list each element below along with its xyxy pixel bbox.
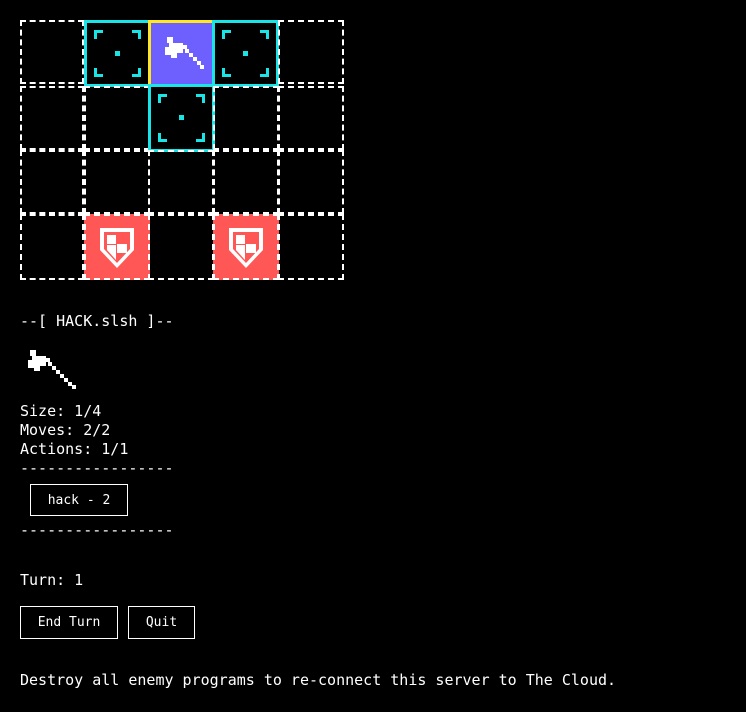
separator-bottom: -----------------: [20, 521, 174, 539]
program-stats: Size: 1/4 Moves: 2/2 Actions: 1/1: [20, 402, 128, 459]
separator-top: -----------------: [20, 459, 174, 477]
hack-action-button[interactable]: hack - 2: [30, 484, 128, 516]
grid-cell-r2c3[interactable]: [213, 150, 279, 214]
grid-cell-r0c0[interactable]: [20, 20, 84, 84]
grid-cell-r2c1[interactable]: [84, 150, 150, 214]
turn-counter: Turn: 1: [20, 571, 84, 589]
grid-cell-r3c4[interactable]: [278, 214, 344, 280]
program-info-icon: [26, 348, 82, 396]
grid-cell-r2c0[interactable]: [20, 150, 84, 214]
grid-cell-r3c2[interactable]: [148, 214, 214, 280]
move-target-cell[interactable]: [84, 20, 151, 87]
moves-stat: Moves: 2/2: [20, 421, 111, 439]
end-turn-button[interactable]: End Turn: [20, 606, 118, 639]
actions-stat: Actions: 1/1: [20, 440, 129, 458]
grid-cell-r3c0[interactable]: [20, 214, 84, 280]
move-dot-icon: [115, 51, 120, 56]
grid-cell-r1c1[interactable]: [84, 86, 150, 150]
grid-cell-r2c4[interactable]: [278, 150, 344, 214]
move-dot-icon: [243, 51, 248, 56]
shield-icon: [100, 228, 134, 268]
shield-icon: [229, 228, 263, 268]
axe-icon: [165, 37, 204, 69]
program-header: --[ HACK.slsh ]--: [20, 312, 174, 330]
size-stat: Size: 1/4: [20, 402, 102, 420]
selected-program-cell[interactable]: [148, 20, 215, 87]
enemy-program-cell[interactable]: [84, 214, 150, 280]
grid-cell-r0c4[interactable]: [278, 20, 344, 84]
move-dot-icon: [179, 115, 184, 120]
objective-message: Destroy all enemy programs to re-connect…: [20, 671, 617, 689]
grid-cell-r1c0[interactable]: [20, 86, 84, 150]
enemy-program-cell[interactable]: [213, 214, 279, 280]
move-target-cell[interactable]: [148, 84, 215, 152]
quit-button[interactable]: Quit: [128, 606, 195, 639]
grid-cell-r1c4[interactable]: [278, 86, 344, 150]
grid-cell-r1c3[interactable]: [213, 86, 279, 150]
move-target-cell[interactable]: [212, 20, 279, 87]
grid-cell-r2c2[interactable]: [148, 150, 214, 214]
game-grid: [20, 20, 344, 280]
axe-icon: [28, 350, 76, 389]
